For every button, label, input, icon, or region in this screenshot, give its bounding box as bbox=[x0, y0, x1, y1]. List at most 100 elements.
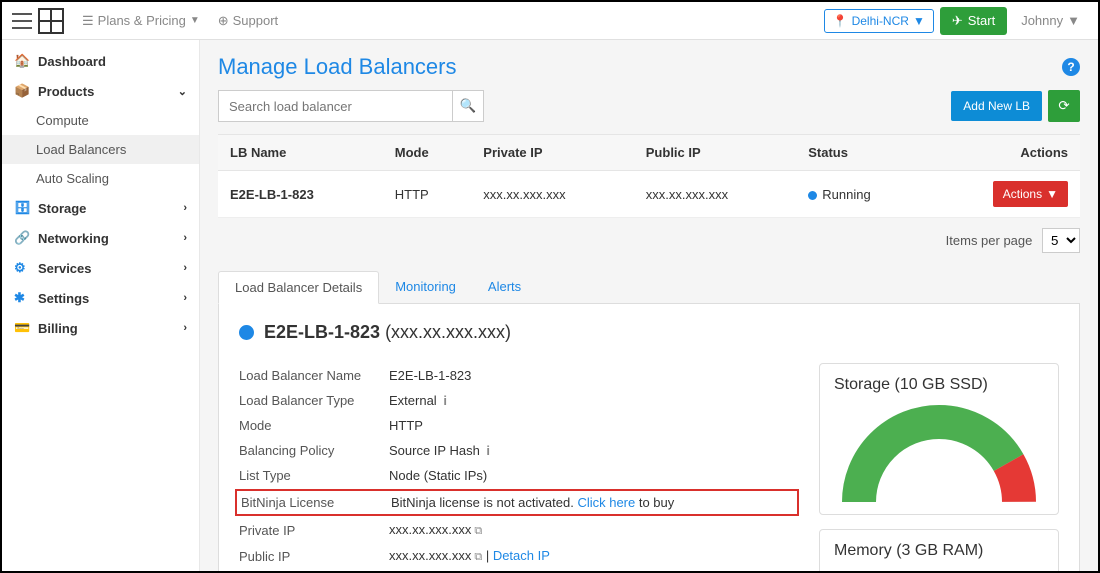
status-text: Running bbox=[822, 187, 870, 202]
sidebar: 🏠 Dashboard 📦 Products ⌄ Compute Load Ba… bbox=[2, 40, 200, 571]
caret-down-icon: ▼ bbox=[913, 14, 925, 28]
cell-status: Running bbox=[796, 171, 928, 218]
pager: Items per page 5 bbox=[218, 228, 1080, 253]
th-name: LB Name bbox=[218, 135, 383, 171]
sidebar-sub-auto-scaling[interactable]: Auto Scaling bbox=[2, 164, 199, 193]
cell-name: E2E-LB-1-823 bbox=[230, 187, 314, 202]
menu-toggle[interactable] bbox=[12, 13, 32, 29]
sidebar-label: Settings bbox=[38, 291, 89, 306]
network-icon: 🔗 bbox=[14, 230, 30, 246]
plans-pricing-link[interactable]: ☰ Plans & Pricing ▼ bbox=[76, 9, 206, 33]
sidebar-label: Networking bbox=[38, 231, 109, 246]
send-icon: ✈ bbox=[952, 13, 963, 29]
logo[interactable] bbox=[38, 8, 64, 34]
info-icon[interactable]: i bbox=[440, 393, 447, 408]
tab-details[interactable]: Load Balancer Details bbox=[218, 271, 379, 304]
label-lb-name: Load Balancer Name bbox=[239, 368, 389, 383]
value-bitninja: BitNinja license is not activated. bbox=[391, 495, 574, 510]
sidebar-item-products[interactable]: 📦 Products ⌄ bbox=[2, 76, 199, 106]
lb-table: LB Name Mode Private IP Public IP Status… bbox=[218, 134, 1080, 218]
card-icon: 💳 bbox=[14, 320, 30, 336]
value-public-ip: xxx.xx.xxx.xxx bbox=[389, 548, 471, 563]
start-button[interactable]: ✈ Start bbox=[940, 7, 1007, 35]
row-actions-button[interactable]: Actions ▼ bbox=[993, 181, 1068, 207]
support-link[interactable]: ⊕ Support bbox=[212, 9, 284, 33]
label-list-type: List Type bbox=[239, 468, 389, 483]
bitninja-click-here-link[interactable]: Click here bbox=[577, 495, 635, 510]
cell-private-ip: xxx.xx.xxx.xxx bbox=[471, 171, 633, 218]
sidebar-label: Services bbox=[38, 261, 92, 276]
cell-mode: HTTP bbox=[383, 171, 472, 218]
list-icon: ☰ bbox=[82, 13, 94, 29]
page-title: Manage Load Balancers bbox=[218, 54, 457, 80]
items-per-page-label: Items per page bbox=[946, 233, 1033, 248]
value-policy: Source IP Hash bbox=[389, 443, 480, 458]
lb-name-heading: E2E-LB-1-823 bbox=[264, 322, 380, 343]
main-content: Manage Load Balancers ? 🔍 Add New LB ⟳ L… bbox=[200, 40, 1098, 571]
th-actions: Actions bbox=[928, 135, 1080, 171]
sidebar-label: Billing bbox=[38, 321, 78, 336]
region-selector[interactable]: 📍 Delhi-NCR ▼ bbox=[824, 9, 934, 33]
sidebar-item-billing[interactable]: 💳 Billing › bbox=[2, 313, 199, 343]
info-icon[interactable]: i bbox=[483, 443, 490, 458]
tab-monitoring[interactable]: Monitoring bbox=[379, 271, 472, 303]
chevron-right-icon: › bbox=[183, 292, 187, 304]
th-status: Status bbox=[796, 135, 928, 171]
sidebar-item-dashboard[interactable]: 🏠 Dashboard bbox=[2, 46, 199, 76]
user-menu[interactable]: Johnny ▼ bbox=[1013, 9, 1088, 32]
caret-down-icon: ▼ bbox=[1067, 13, 1080, 28]
lb-ip-heading: (xxx.xx.xxx.xxx) bbox=[385, 322, 511, 343]
chevron-right-icon: › bbox=[183, 202, 187, 214]
storage-gauge bbox=[839, 402, 1039, 502]
label-bitninja: BitNinja License bbox=[241, 495, 391, 510]
detach-ip-link[interactable]: Detach IP bbox=[493, 548, 550, 563]
database-icon: 🗄 bbox=[14, 200, 30, 216]
add-new-lb-button[interactable]: Add New LB bbox=[951, 91, 1042, 121]
copy-icon[interactable]: ⧉ bbox=[474, 551, 482, 563]
status-dot-icon bbox=[239, 325, 254, 340]
sidebar-sub-load-balancers[interactable]: Load Balancers bbox=[2, 135, 199, 164]
sidebar-item-storage[interactable]: 🗄 Storage › bbox=[2, 193, 199, 223]
th-private-ip: Private IP bbox=[471, 135, 633, 171]
search-icon: 🔍 bbox=[460, 98, 477, 113]
value-lb-type: External bbox=[389, 393, 437, 408]
value-mode: HTTP bbox=[389, 418, 423, 433]
settings-icon: ✱ bbox=[14, 290, 30, 306]
label-mode: Mode bbox=[239, 418, 389, 433]
region-label: Delhi-NCR bbox=[852, 14, 909, 28]
refresh-button[interactable]: ⟳ bbox=[1048, 90, 1080, 122]
sidebar-label: Storage bbox=[38, 201, 86, 216]
th-public-ip: Public IP bbox=[634, 135, 796, 171]
pin-icon: 📍 bbox=[833, 14, 848, 28]
storage-widget-title: Storage (10 GB SSD) bbox=[834, 376, 1044, 394]
help-icon[interactable]: ? bbox=[1062, 58, 1080, 76]
status-dot-icon bbox=[808, 191, 817, 200]
chevron-right-icon: › bbox=[183, 232, 187, 244]
table-row[interactable]: E2E-LB-1-823 HTTP xxx.xx.xxx.xxx xxx.xx.… bbox=[218, 171, 1080, 218]
sidebar-item-services[interactable]: ⚙ Services › bbox=[2, 253, 199, 283]
sidebar-sub-compute[interactable]: Compute bbox=[2, 106, 199, 135]
th-mode: Mode bbox=[383, 135, 472, 171]
support-label: Support bbox=[233, 13, 279, 28]
user-label: Johnny bbox=[1021, 13, 1063, 28]
chevron-right-icon: › bbox=[183, 322, 187, 334]
globe-icon: ⊕ bbox=[218, 13, 229, 29]
tab-alerts[interactable]: Alerts bbox=[472, 271, 537, 303]
sidebar-item-networking[interactable]: 🔗 Networking › bbox=[2, 223, 199, 253]
home-icon: 🏠 bbox=[14, 53, 30, 69]
start-label: Start bbox=[968, 13, 995, 28]
value-lb-name: E2E-LB-1-823 bbox=[389, 368, 471, 383]
storage-widget: Storage (10 GB SSD) bbox=[819, 363, 1059, 515]
copy-icon[interactable]: ⧉ bbox=[474, 525, 482, 537]
value-list-type: Node (Static IPs) bbox=[389, 468, 487, 483]
label-lb-type: Load Balancer Type bbox=[239, 393, 389, 408]
label-public-ip: Public IP bbox=[239, 549, 389, 564]
chevron-right-icon: › bbox=[183, 262, 187, 274]
caret-down-icon: ▼ bbox=[1046, 187, 1058, 201]
search-input[interactable] bbox=[218, 90, 452, 122]
search-button[interactable]: 🔍 bbox=[452, 90, 484, 122]
sidebar-label: Products bbox=[38, 84, 94, 99]
sidebar-item-settings[interactable]: ✱ Settings › bbox=[2, 283, 199, 313]
gear-icon: ⚙ bbox=[14, 260, 30, 276]
items-per-page-select[interactable]: 5 bbox=[1042, 228, 1080, 253]
